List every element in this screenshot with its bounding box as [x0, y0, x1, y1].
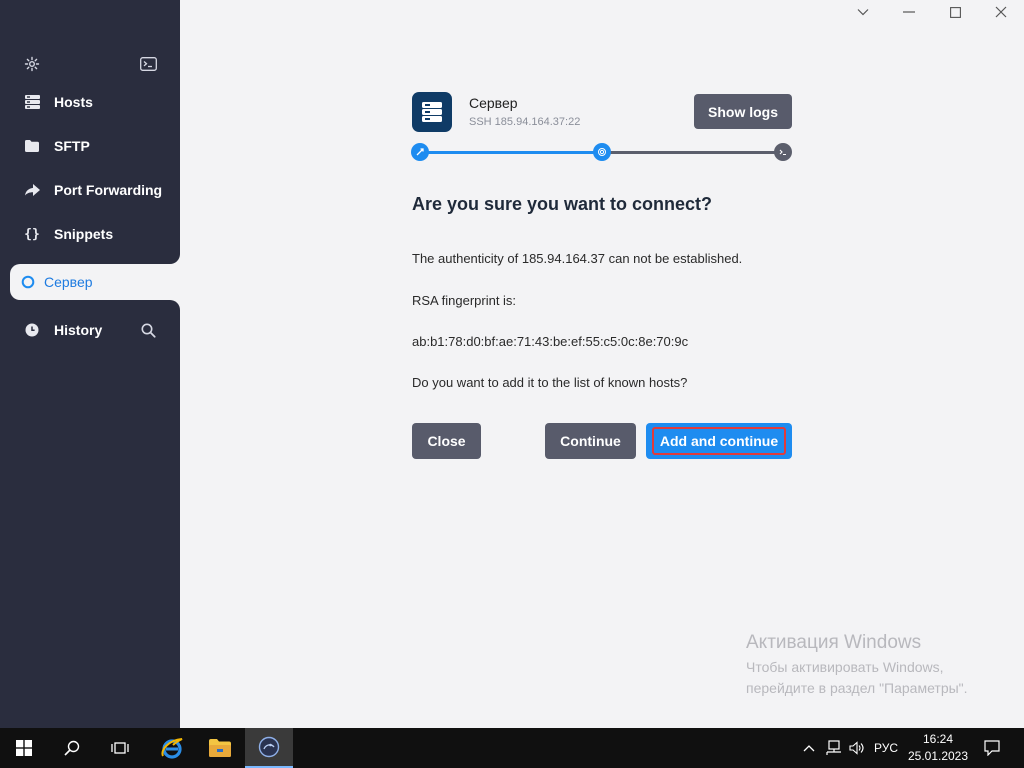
- task-view-button[interactable]: [96, 728, 144, 768]
- terminal-icon[interactable]: [139, 55, 157, 73]
- authenticity-text: The authenticity of 185.94.164.37 can no…: [412, 251, 743, 266]
- connection-progress-fill: [420, 151, 602, 154]
- sidebar-item-label: Hosts: [54, 94, 93, 110]
- speaker-icon: [849, 741, 864, 755]
- show-logs-button[interactable]: Show logs: [694, 94, 792, 129]
- chevron-up-icon: [803, 745, 815, 752]
- internet-explorer-button[interactable]: [148, 728, 196, 768]
- sidebar-item-hosts[interactable]: Hosts: [10, 84, 180, 120]
- search-icon[interactable]: [139, 321, 157, 339]
- folder-icon: [24, 138, 40, 154]
- sidebar-item-port-forwarding[interactable]: Port Forwarding: [10, 172, 180, 208]
- volume-button[interactable]: [847, 728, 867, 768]
- clock-icon: [24, 322, 40, 338]
- dialog-title: Are you sure you want to connect?: [412, 194, 713, 214]
- sidebar-item-label: SFTP: [54, 138, 90, 154]
- step-connect-icon: [411, 143, 429, 161]
- task-view-icon: [111, 742, 129, 754]
- clock-time: 16:24: [922, 732, 954, 746]
- folder-icon: [209, 739, 231, 757]
- curly-braces-icon: {}: [24, 226, 40, 242]
- sidebar-item-server-active[interactable]: Сервер: [10, 264, 180, 300]
- minimize-icon: [903, 11, 915, 13]
- active-notch-top: [170, 254, 180, 264]
- sidebar-item-label: History: [54, 322, 103, 338]
- sidebar-item-label: Сервер: [44, 274, 93, 290]
- network-button[interactable]: [823, 728, 843, 768]
- search-icon: [64, 740, 80, 756]
- sidebar-item-label: Snippets: [54, 226, 114, 242]
- settings-gear-icon[interactable]: [23, 55, 41, 73]
- host-name: Сервер: [469, 95, 518, 111]
- sidebar: Hosts SFTP Port Forwarding {} Snippets С…: [0, 0, 180, 728]
- fingerprint-value: ab:b1:78:d0:bf:ae:71:43:be:ef:55:c5:0c:8…: [412, 334, 689, 349]
- host-address: SSH 185.94.164.37:22: [469, 116, 581, 128]
- sidebar-item-sftp[interactable]: SFTP: [10, 128, 180, 164]
- host-server-icon: [412, 92, 452, 132]
- maximize-button[interactable]: [932, 0, 978, 24]
- sidebar-item-label: Port Forwarding: [54, 182, 163, 198]
- forward-arrow-icon: [24, 182, 40, 198]
- close-window-button[interactable]: [978, 0, 1024, 24]
- chevron-down-icon: [857, 9, 869, 16]
- termius-taskbar-button[interactable]: [245, 728, 293, 768]
- continue-button[interactable]: Continue: [545, 423, 636, 459]
- input-language-button[interactable]: РУС: [872, 728, 900, 768]
- fingerprint-label: RSA fingerprint is:: [412, 293, 517, 308]
- maximize-icon: [949, 6, 961, 18]
- hosts-grid-icon: [24, 94, 40, 110]
- close-icon: [995, 6, 1007, 18]
- internet-explorer-icon: [161, 738, 183, 759]
- taskbar: РУС 16:24 25.01.2023: [0, 728, 1024, 768]
- file-explorer-button[interactable]: [196, 728, 244, 768]
- known-hosts-question: Do you want to add it to the list of kno…: [412, 375, 688, 390]
- add-and-continue-label: Add and continue: [651, 427, 787, 455]
- taskbar-search-button[interactable]: [48, 728, 96, 768]
- windows-logo-icon: [16, 740, 32, 756]
- activation-watermark-title: Активация Windows: [746, 632, 922, 653]
- start-button[interactable]: [0, 728, 48, 768]
- show-hidden-icons-button[interactable]: [800, 728, 818, 768]
- notification-icon: [984, 740, 1000, 756]
- step-fingerprint-icon: [593, 143, 611, 161]
- loading-ring-icon: [20, 274, 36, 290]
- taskbar-clock[interactable]: 16:24 25.01.2023: [906, 731, 970, 765]
- termius-app-icon: [258, 736, 280, 758]
- active-notch-bottom: [170, 300, 180, 310]
- add-and-continue-button[interactable]: Add and continue: [646, 423, 792, 459]
- step-terminal-icon: [774, 143, 792, 161]
- network-icon: [826, 740, 841, 755]
- activation-watermark-body: Чтобы активировать Windows, перейдите в …: [746, 659, 968, 696]
- close-button[interactable]: Close: [412, 423, 481, 459]
- sidebar-item-snippets[interactable]: {} Snippets: [10, 216, 180, 252]
- action-center-button[interactable]: [980, 728, 1004, 768]
- dropdown-chevron-button[interactable]: [840, 0, 886, 24]
- minimize-button[interactable]: [886, 0, 932, 24]
- clock-date: 25.01.2023: [907, 749, 969, 763]
